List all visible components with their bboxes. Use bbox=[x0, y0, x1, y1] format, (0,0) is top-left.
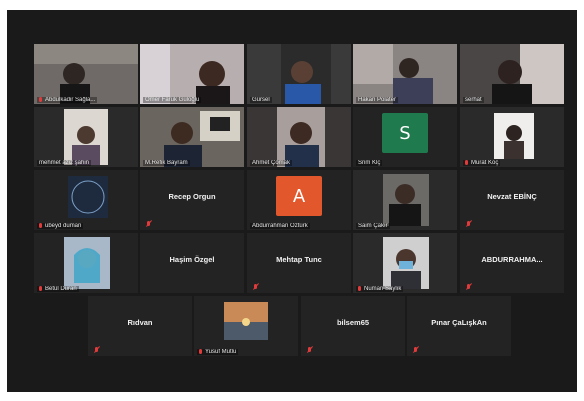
participant-name: Hakan Polater bbox=[356, 97, 399, 103]
participant-name: Betül Duran bbox=[37, 285, 79, 292]
participant-tile[interactable]: Yusuf Mutlu bbox=[194, 296, 298, 356]
avatar-image bbox=[34, 170, 138, 230]
participant-name: Abdulkadir Sağla... bbox=[37, 96, 98, 103]
participant-name: Numan Saylık bbox=[356, 285, 404, 292]
participant-name: ubeyd duman bbox=[37, 222, 84, 229]
mic-muted-icon bbox=[146, 221, 151, 227]
participant-video bbox=[34, 107, 138, 167]
participant-video bbox=[140, 44, 244, 104]
participant-name-center: Recep Orgun bbox=[168, 192, 216, 201]
participant-name: Ahmet Çomak bbox=[250, 160, 293, 166]
participant-name: Gürsel bbox=[250, 97, 272, 103]
participant-video bbox=[34, 233, 138, 293]
mic-muted-icon bbox=[465, 159, 468, 165]
participant-name: Yusuf Mutlu bbox=[197, 348, 239, 355]
participant-name: serhat bbox=[463, 97, 484, 103]
participant-tile[interactable]: Pınar ÇaLışkAn bbox=[407, 296, 511, 356]
participant-video bbox=[460, 107, 564, 167]
participant-name-center: Haşim Özgel bbox=[169, 255, 215, 264]
participant-name-center: Pınar ÇaLışkAn bbox=[431, 318, 487, 327]
avatar-image bbox=[194, 296, 298, 356]
participant-video bbox=[353, 170, 457, 230]
mic-muted-icon bbox=[39, 222, 42, 228]
participant-tile[interactable]: Murat Koç bbox=[460, 107, 564, 167]
participant-tile[interactable]: Ahmet Çomak bbox=[247, 107, 351, 167]
participant-name: Saim Çakır bbox=[356, 223, 390, 229]
participant-name: Snm Klç bbox=[356, 160, 383, 166]
participant-tile[interactable]: Betül Duran bbox=[34, 233, 138, 293]
participant-tile[interactable]: ABDURRAHMA... bbox=[460, 233, 564, 293]
participant-tile[interactable]: Saim Çakır bbox=[353, 170, 457, 230]
mic-muted-icon bbox=[466, 221, 471, 227]
participant-tile[interactable]: Nevzat EBİNÇ bbox=[460, 170, 564, 230]
participant-tile[interactable]: ubeyd duman bbox=[34, 170, 138, 230]
mic-muted-icon bbox=[199, 348, 202, 354]
participant-tile[interactable]: bilsem65 bbox=[301, 296, 405, 356]
participant-name: Abdurrahman Öztürk bbox=[250, 223, 310, 229]
meeting-window: Abdulkadir Sağla... Ömer Faruk Güloğlu G… bbox=[7, 10, 577, 392]
participant-tile[interactable]: serhat bbox=[460, 44, 564, 104]
participant-video bbox=[353, 233, 457, 293]
participant-video bbox=[140, 107, 244, 167]
participant-tile[interactable]: Abdulkadir Sağla... bbox=[34, 44, 138, 104]
mic-muted-icon bbox=[39, 96, 42, 102]
participant-name: M.Refik Bayram bbox=[143, 160, 190, 166]
participant-tile[interactable]: Haşim Özgel bbox=[140, 233, 244, 293]
participant-name-center: Rıdvan bbox=[127, 318, 153, 327]
mic-muted-icon bbox=[466, 284, 471, 290]
participant-video bbox=[247, 107, 351, 167]
mic-muted-icon bbox=[253, 284, 258, 290]
participant-tile-active-speaker[interactable]: M.Refik Bayram bbox=[140, 107, 244, 167]
participant-name: mehmet aziz şahin bbox=[37, 160, 92, 166]
participant-tile[interactable]: Rıdvan bbox=[88, 296, 192, 356]
mic-muted-icon bbox=[39, 285, 42, 291]
mic-muted-icon bbox=[94, 347, 99, 353]
participant-tile[interactable]: Hakan Polater bbox=[353, 44, 457, 104]
participant-name-center: ABDURRAHMA... bbox=[481, 255, 543, 264]
participant-tile[interactable]: Mehtap Tunc bbox=[247, 233, 351, 293]
participant-name: Murat Koç bbox=[463, 159, 501, 166]
mic-muted-icon bbox=[358, 285, 361, 291]
participant-tile[interactable]: A Abdurrahman Öztürk bbox=[247, 170, 351, 230]
participant-tile[interactable]: Recep Orgun bbox=[140, 170, 244, 230]
avatar: A bbox=[276, 176, 322, 216]
participant-tile[interactable]: Ömer Faruk Güloğlu bbox=[140, 44, 244, 104]
participant-tile[interactable]: Gürsel bbox=[247, 44, 351, 104]
mic-muted-icon bbox=[307, 347, 312, 353]
participant-tile[interactable]: S Snm Klç bbox=[353, 107, 457, 167]
participant-name-center: Nevzat EBİNÇ bbox=[487, 192, 537, 201]
participant-name: Ömer Faruk Güloğlu bbox=[143, 97, 202, 103]
mic-muted-icon bbox=[413, 347, 418, 353]
participant-name-center: Mehtap Tunc bbox=[276, 255, 322, 264]
participant-grid: Abdulkadir Sağla... Ömer Faruk Güloğlu G… bbox=[7, 10, 577, 392]
participant-video bbox=[247, 44, 351, 104]
participant-name-center: bilsem65 bbox=[336, 318, 370, 327]
avatar: S bbox=[382, 113, 428, 153]
participant-video bbox=[460, 44, 564, 104]
participant-video bbox=[34, 44, 138, 104]
participant-video bbox=[353, 44, 457, 104]
participant-tile[interactable]: Numan Saylık bbox=[353, 233, 457, 293]
participant-tile[interactable]: mehmet aziz şahin bbox=[34, 107, 138, 167]
